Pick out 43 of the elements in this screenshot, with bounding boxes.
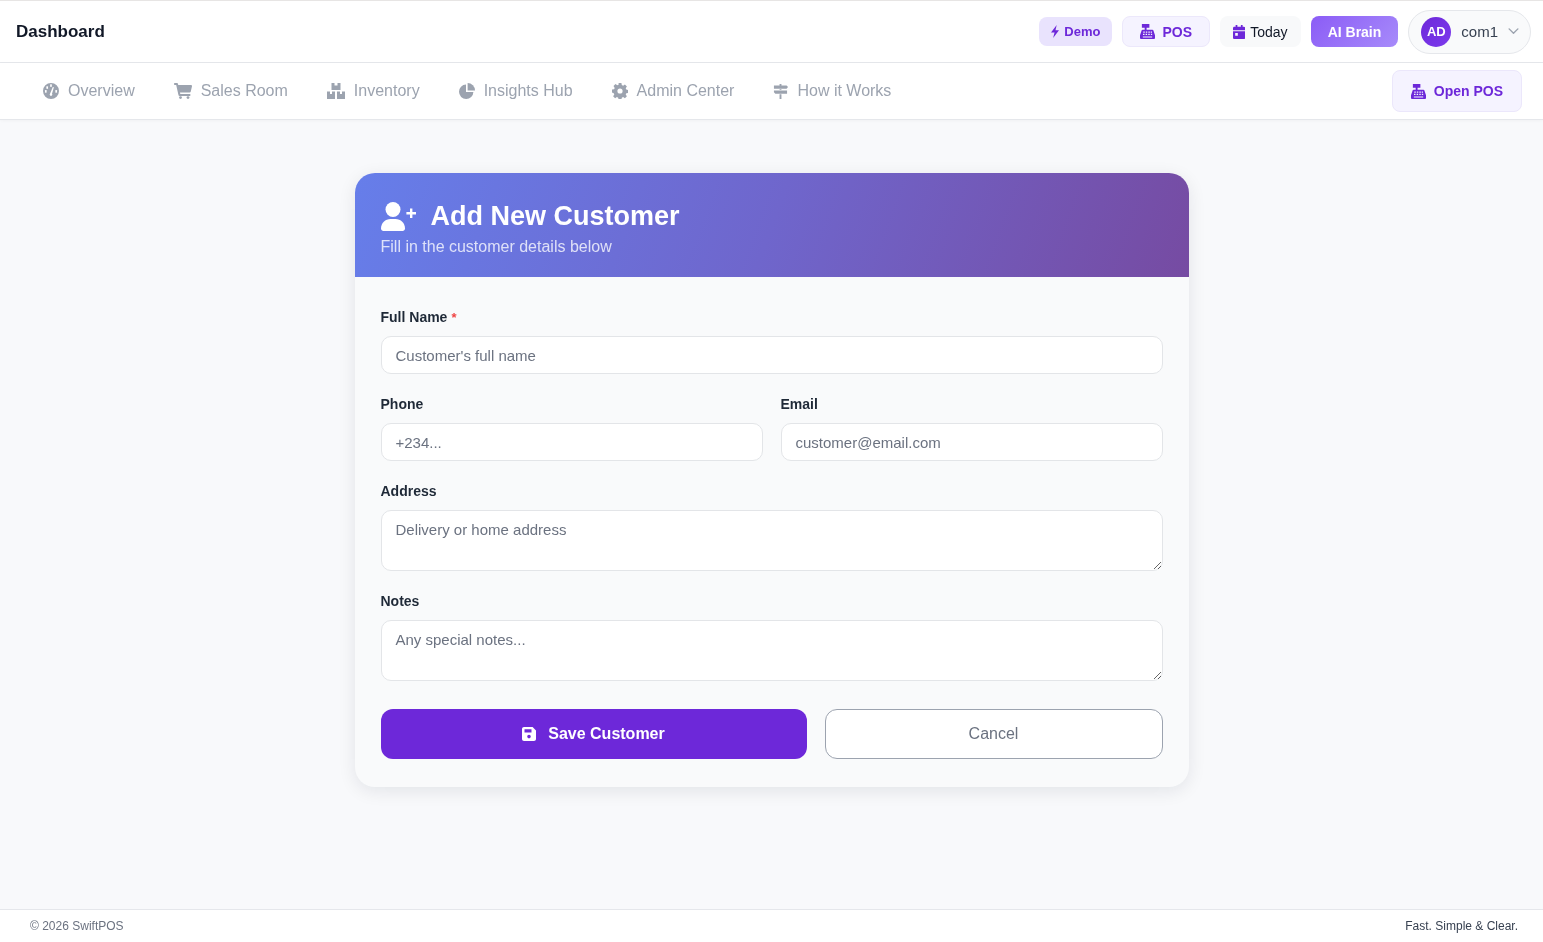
input-field[interactable]: +234... bbox=[380, 423, 763, 461]
input-field[interactable]: customer@email.com bbox=[780, 423, 1163, 461]
field-label: Full Name bbox=[380, 309, 448, 326]
save-button[interactable]: Save Customer bbox=[380, 709, 807, 759]
field-label: Email bbox=[780, 396, 818, 413]
nav-tab[interactable]: Sales Room bbox=[173, 82, 288, 100]
today-button[interactable]: Today bbox=[1220, 16, 1301, 47]
form-title: Add New Customer bbox=[430, 200, 680, 233]
gauge-icon bbox=[43, 83, 59, 99]
nav-tab[interactable]: Overview bbox=[43, 82, 135, 100]
lightning-bolt-icon bbox=[1051, 25, 1060, 38]
page-title: Dashboard bbox=[16, 21, 105, 42]
cancel-button[interactable]: Cancel bbox=[824, 709, 1163, 759]
calendar-icon bbox=[1233, 24, 1246, 39]
ai-brain-button[interactable]: AI Brain bbox=[1310, 16, 1399, 47]
textarea-field[interactable]: Delivery or home address bbox=[380, 510, 1163, 571]
field-label: Phone bbox=[380, 396, 424, 413]
required-asterisk: * bbox=[451, 309, 457, 326]
field-label: Notes bbox=[380, 593, 420, 610]
input-field[interactable]: Customer's full name bbox=[380, 336, 1163, 374]
tagline-text: Fast. Simple & Clear. bbox=[1405, 919, 1518, 933]
add-user-icon bbox=[380, 201, 417, 231]
cash-register-icon bbox=[1140, 24, 1156, 39]
pos-button[interactable]: POS bbox=[1122, 16, 1210, 47]
demo-button[interactable]: Demo bbox=[1039, 17, 1113, 46]
textarea-field[interactable]: Any special notes... bbox=[380, 620, 1163, 681]
stacked-boxes-icon bbox=[326, 83, 345, 99]
user-menu-button[interactable]: AD com1 bbox=[1408, 9, 1531, 54]
user-avatar: AD bbox=[1421, 16, 1452, 47]
pie-chart-icon bbox=[458, 83, 475, 99]
nav-tab[interactable]: How it Works bbox=[773, 82, 892, 100]
nav-tab[interactable]: Admin Center bbox=[611, 82, 735, 100]
nav-tab[interactable]: Insights Hub bbox=[458, 82, 573, 100]
open-pos-button[interactable]: Open POS bbox=[1391, 70, 1522, 112]
nav-tab[interactable]: Inventory bbox=[326, 82, 420, 100]
signpost-icon bbox=[773, 83, 789, 99]
shopping-cart-icon bbox=[173, 83, 192, 99]
field-label: Address bbox=[380, 483, 437, 500]
form-subtitle: Fill in the customer details below bbox=[380, 237, 612, 257]
copyright-text: © 2026 SwiftPOS bbox=[30, 919, 124, 933]
gear-icon bbox=[611, 83, 628, 99]
chevron-down-icon bbox=[1508, 28, 1519, 35]
cash-register-icon bbox=[1410, 83, 1426, 99]
